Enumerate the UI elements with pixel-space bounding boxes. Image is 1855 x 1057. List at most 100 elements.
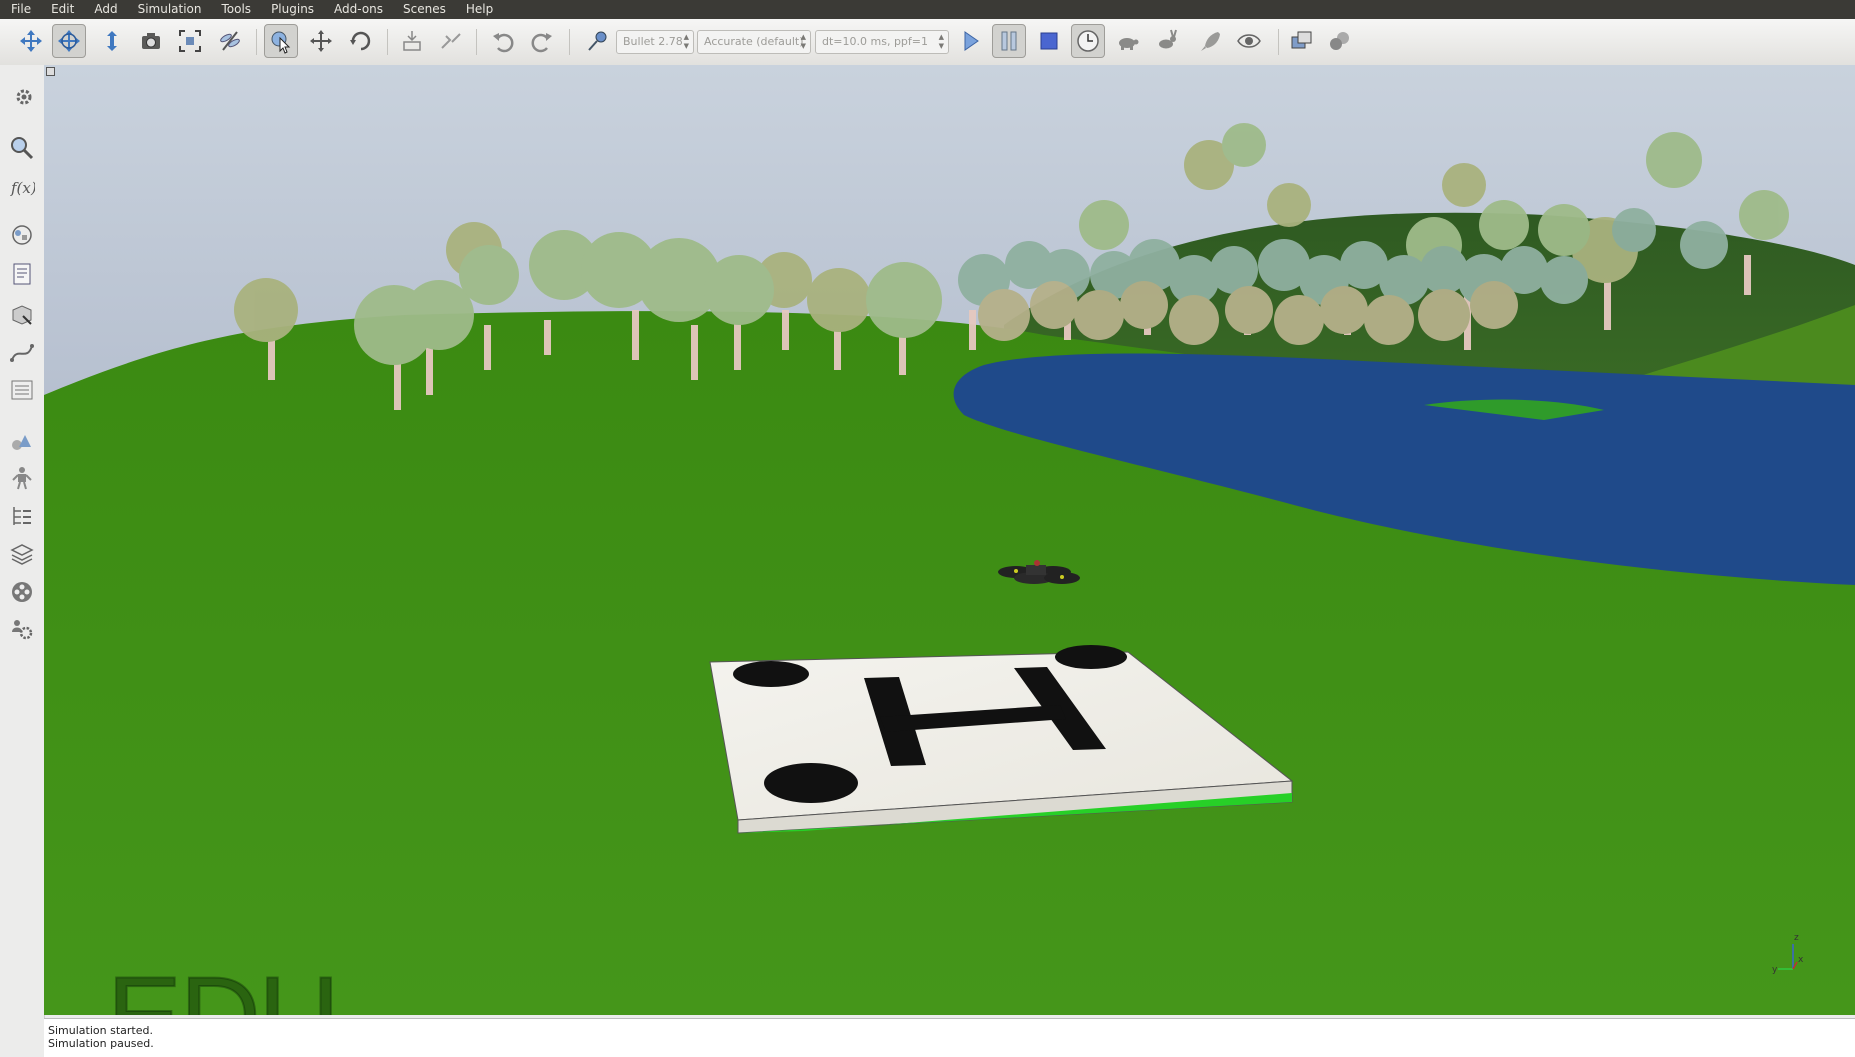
shift-arrows-icon (107, 31, 117, 51)
scene-render (44, 65, 1855, 1015)
object-move-icon (310, 30, 332, 52)
menu-bar: File Edit Add Simulation Tools Plugins A… (0, 0, 1855, 19)
assemble-icon (403, 31, 421, 51)
stop-simulation-button[interactable] (1032, 24, 1066, 58)
clock-icon (1077, 30, 1099, 52)
dragonfly-icon (220, 31, 240, 51)
user-gear-icon (12, 620, 33, 640)
scene-viewport[interactable]: EDU (44, 65, 1855, 1015)
transfer-icon (441, 33, 461, 49)
axis-z-label: z (1794, 933, 1799, 943)
transfer-dna-button[interactable] (434, 24, 468, 58)
video-recorder-button[interactable] (7, 577, 37, 607)
start-simulation-button[interactable] (953, 24, 987, 58)
fit-view-icon (179, 30, 201, 52)
left-toolbar: f(x) (0, 65, 45, 1056)
camera-pan-button[interactable] (14, 24, 48, 58)
model-library-button[interactable] (7, 427, 37, 457)
visualization-toggle-button[interactable] (1232, 24, 1266, 58)
speed-up-button[interactable] (1150, 24, 1184, 58)
shape-edit-icon (12, 305, 32, 325)
pause-icon (1001, 31, 1017, 51)
object-rotate-icon (350, 31, 371, 51)
film-reel-icon (12, 582, 32, 602)
menu-addons[interactable]: Add-ons (323, 0, 392, 19)
assemble-button[interactable] (395, 24, 429, 58)
status-line-1: Simulation started. (48, 1024, 153, 1037)
path-edit-button[interactable] (7, 338, 37, 368)
robot-library-button[interactable] (7, 463, 37, 493)
simulation-settings-button[interactable] (7, 80, 37, 110)
calculation-module-button[interactable]: f(x) (7, 172, 37, 202)
status-line-2: Simulation paused. (48, 1037, 154, 1050)
pause-simulation-button[interactable] (992, 24, 1026, 58)
camera-icon (142, 33, 160, 49)
cursor-select-icon (271, 31, 291, 54)
rabbit-icon (1159, 29, 1177, 49)
rocket-icon (1201, 32, 1220, 51)
scene-selector-button[interactable] (1323, 24, 1357, 58)
collections-button[interactable] (7, 220, 37, 250)
menu-edit[interactable]: Edit (40, 0, 83, 19)
camera-angle-button[interactable] (134, 24, 168, 58)
layers-button[interactable] (7, 539, 37, 569)
turtle-icon (1119, 38, 1139, 50)
menu-add[interactable]: Add (83, 0, 126, 19)
spin-arrows-icon: ▲ ▼ (800, 33, 806, 50)
axis-y-label: y (1772, 965, 1778, 975)
physics-engine-value: Bullet 2.78 (623, 35, 683, 48)
redo-button[interactable] (525, 24, 559, 58)
gear-icon (16, 89, 32, 105)
menu-file[interactable]: File (0, 0, 40, 19)
view-toggle-handle[interactable] (46, 67, 55, 76)
fit-to-view-button[interactable] (173, 24, 207, 58)
stop-icon (1040, 32, 1058, 50)
user-settings-button[interactable] (7, 614, 37, 644)
camera-rotate-button[interactable] (52, 24, 86, 58)
dynamics-button[interactable] (580, 24, 614, 58)
object-shift-button[interactable] (304, 24, 338, 58)
undo-icon (493, 33, 514, 53)
timestep-value: dt=10.0 ms, ppf=1 (822, 35, 928, 48)
real-time-button[interactable] (1071, 24, 1105, 58)
scenes-icon (1330, 32, 1349, 50)
hierarchy-icon (13, 507, 31, 525)
spin-arrows-icon: ▲ ▼ (683, 33, 689, 50)
svg-text:f(x): f(x) (10, 179, 35, 197)
scripts-button[interactable] (7, 259, 37, 289)
layers-icon (10, 544, 34, 565)
menu-tools[interactable]: Tools (211, 0, 261, 19)
magnifier-icon (11, 137, 34, 160)
eye-icon (1237, 34, 1261, 48)
fly-button[interactable] (213, 24, 247, 58)
menu-scenes[interactable]: Scenes (392, 0, 455, 19)
menu-help[interactable]: Help (455, 0, 502, 19)
physics-engine-select[interactable]: Bullet 2.78 ▲ ▼ (616, 30, 694, 54)
accuracy-value: Accurate (default) (704, 35, 804, 48)
collection-icon (12, 225, 32, 245)
script-icon (13, 263, 31, 285)
pin-icon (588, 31, 607, 51)
spin-arrows-icon: ▲ ▼ (938, 33, 944, 50)
camera-shift-button[interactable] (95, 24, 129, 58)
shape-edit-button[interactable] (7, 300, 37, 330)
object-rotate-button[interactable] (344, 24, 378, 58)
scene-hierarchy-button[interactable] (7, 501, 37, 531)
edu-watermark: EDU (106, 960, 340, 1016)
selection-button[interactable] (7, 375, 37, 405)
menu-plugins[interactable]: Plugins (260, 0, 323, 19)
slow-down-button[interactable] (1111, 24, 1145, 58)
model-browser-button[interactable] (7, 133, 37, 163)
play-icon (964, 31, 979, 51)
timestep-select[interactable]: dt=10.0 ms, ppf=1 ▲ ▼ (815, 30, 949, 54)
click-select-button[interactable] (264, 24, 298, 58)
primitives-icon (12, 435, 31, 450)
menu-simulation[interactable]: Simulation (127, 0, 211, 19)
main-toolbar: Bullet 2.78 ▲ ▼ Accurate (default) ▲ ▼ dt=… (0, 19, 1855, 66)
accuracy-select[interactable]: Accurate (default) ▲ ▼ (697, 30, 811, 54)
path-icon (10, 344, 34, 362)
page-selector-button[interactable] (1285, 24, 1319, 58)
thread-rendering-button[interactable] (1194, 24, 1228, 58)
status-bar: Simulation started. Simulation paused. (44, 1018, 1855, 1057)
undo-button[interactable] (486, 24, 520, 58)
